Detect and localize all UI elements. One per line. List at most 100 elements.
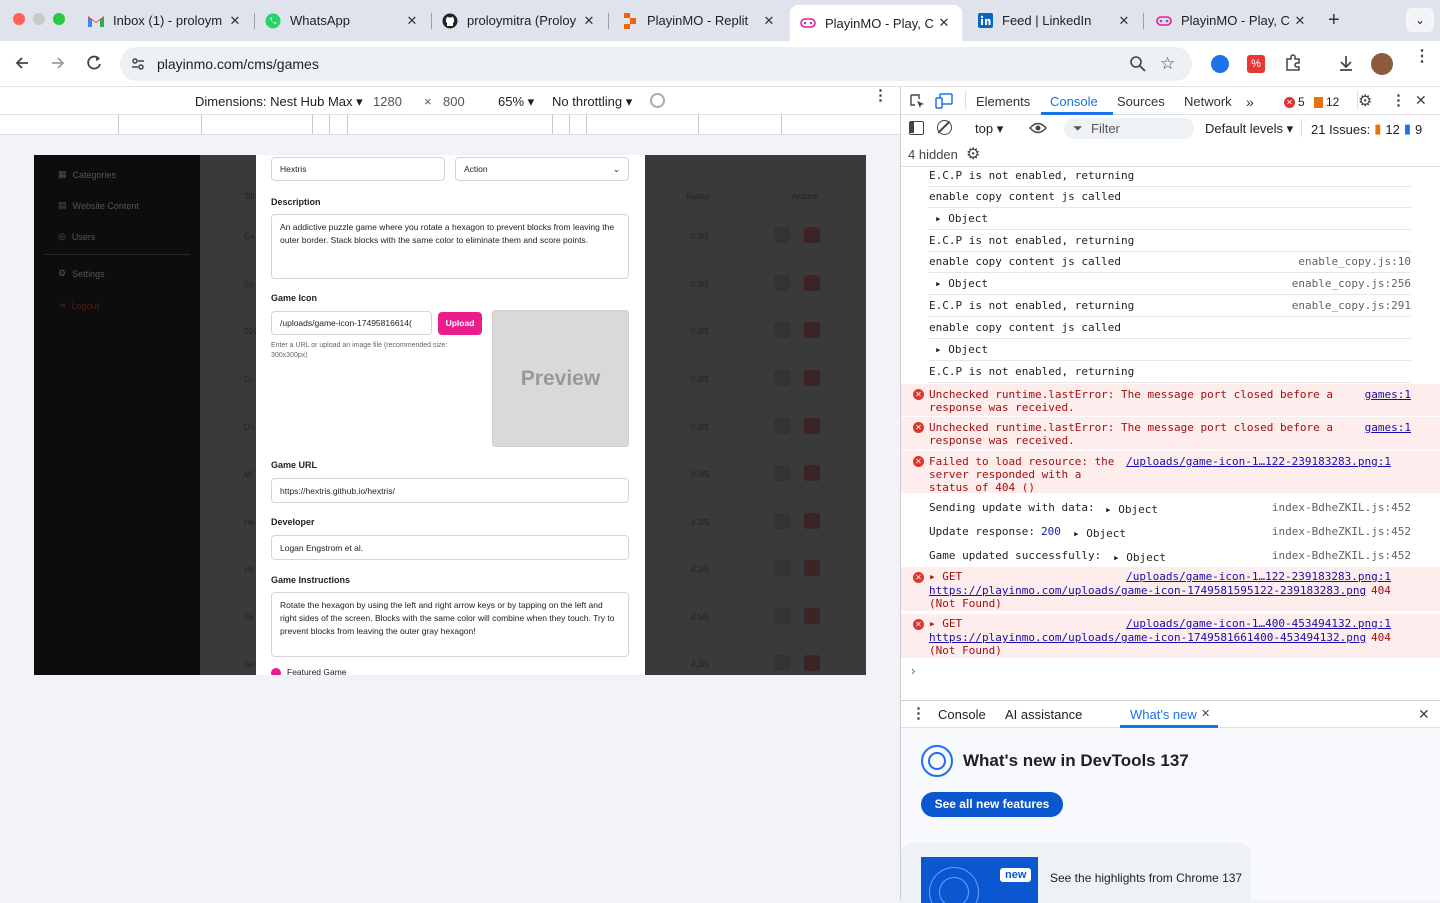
tab-console[interactable]: Console: [1050, 94, 1098, 109]
drawer-menu-icon[interactable]: ⋮: [911, 704, 926, 722]
edit-icon[interactable]: [774, 275, 790, 291]
close-icon[interactable]: ✕: [227, 13, 243, 29]
expandable-object[interactable]: ▸ Object: [1105, 503, 1158, 517]
console-source-link[interactable]: enable_copy.js:256: [1292, 277, 1411, 291]
throttling-select[interactable]: No throttling ▾: [552, 94, 632, 110]
console-settings-gear-icon[interactable]: ⚙: [966, 144, 980, 164]
tab-sources[interactable]: Sources: [1117, 94, 1165, 109]
rotate-icon[interactable]: [650, 93, 665, 108]
delete-icon[interactable]: [804, 322, 820, 338]
expandable-object[interactable]: ▸ Object: [1113, 551, 1166, 565]
device-dimensions-select[interactable]: Dimensions: Nest Hub Max ▾: [195, 94, 363, 110]
edit-icon[interactable]: [774, 370, 790, 386]
drawer-tab-whats-new[interactable]: What's new: [1130, 707, 1197, 722]
extension-red-icon[interactable]: %: [1247, 55, 1265, 73]
download-icon[interactable]: [1337, 54, 1355, 72]
console-source-link[interactable]: enable_copy.js:291: [1292, 299, 1411, 313]
close-icon[interactable]: ✕: [761, 13, 777, 29]
menu-icon[interactable]: ⋮: [1414, 49, 1430, 65]
expandable-object[interactable]: ▸ Object: [1073, 527, 1126, 541]
game-title-input[interactable]: Hextris: [271, 157, 445, 181]
more-tabs-icon[interactable]: »: [1246, 94, 1254, 110]
zoom-select[interactable]: 65% ▾: [498, 94, 534, 110]
forward-icon[interactable]: [48, 53, 68, 73]
tab-network[interactable]: Network: [1184, 94, 1232, 109]
inspect-element-icon[interactable]: [909, 93, 925, 109]
sidebar-item-logout[interactable]: ⇥ Logout: [58, 300, 99, 311]
edit-icon[interactable]: [774, 560, 790, 576]
console-source-link[interactable]: games:1: [1365, 421, 1411, 435]
log-levels-select[interactable]: Default levels ▾: [1205, 121, 1293, 137]
console-prompt-icon[interactable]: ›: [911, 663, 915, 678]
tab-linkedin[interactable]: Feed | LinkedIn ✕: [967, 6, 1142, 35]
tab-playinmo-active[interactable]: PlayinMO - Play, C ✕: [790, 5, 962, 41]
tab-whatsapp[interactable]: WhatsApp ✕: [255, 6, 430, 35]
developer-input[interactable]: Logan Engstrom et al.: [271, 535, 629, 560]
edit-icon[interactable]: [774, 322, 790, 338]
drawer-tab-ai-assistance[interactable]: AI assistance: [1005, 707, 1082, 722]
close-window-button[interactable]: [13, 13, 25, 25]
sidebar-item-settings[interactable]: ⚙ Settings: [58, 268, 105, 279]
console-source-link[interactable]: index-BdheZKIL.js:452: [1272, 549, 1411, 563]
close-icon[interactable]: ✕: [1292, 13, 1308, 29]
request-url-link[interactable]: https://playinmo.com/uploads/game-icon-1…: [929, 584, 1366, 598]
close-icon[interactable]: ✕: [581, 13, 597, 29]
tab-search-icon[interactable]: ⌄: [1406, 8, 1434, 32]
back-icon[interactable]: [12, 53, 32, 73]
delete-icon[interactable]: [804, 655, 820, 671]
delete-icon[interactable]: [804, 370, 820, 386]
close-icon[interactable]: ✕: [936, 15, 952, 31]
minimize-window-button[interactable]: [33, 13, 45, 25]
settings-gear-icon[interactable]: ⚙: [1358, 91, 1372, 111]
maximize-window-button[interactable]: [53, 13, 65, 25]
featured-checkbox[interactable]: [271, 668, 281, 675]
console-filter-input[interactable]: ⏷ Filter: [1064, 118, 1194, 139]
tab-elements[interactable]: Elements: [976, 94, 1030, 109]
tab-github[interactable]: proloymitra (Proloy ✕: [432, 6, 607, 35]
console-source-link[interactable]: enable_copy.js:10: [1298, 255, 1411, 269]
zoom-icon[interactable]: [1129, 55, 1147, 73]
warning-counter[interactable]: 12: [1314, 95, 1339, 109]
live-expression-eye-icon[interactable]: [1029, 121, 1047, 135]
devtools-more-icon[interactable]: ⋮: [1391, 91, 1406, 109]
context-select[interactable]: top ▾: [975, 121, 1003, 137]
edit-icon[interactable]: [774, 418, 790, 434]
error-counter[interactable]: ✕ 5: [1284, 95, 1305, 109]
close-icon[interactable]: ✕: [1116, 13, 1132, 29]
delete-icon[interactable]: [804, 513, 820, 529]
description-textarea[interactable]: An addictive puzzle game where you rotat…: [271, 214, 629, 279]
sidebar-item-users[interactable]: ◎ Users: [58, 231, 95, 242]
console-source-link[interactable]: games:1: [1365, 388, 1411, 402]
console-source-link[interactable]: /uploads/game-icon-1…400-453494132.png:1: [1126, 617, 1391, 631]
tab-gmail[interactable]: Inbox (1) - proloym ✕: [78, 6, 253, 35]
game-icon-url-input[interactable]: /uploads/game-icon-17495816614(: [271, 311, 432, 335]
site-info-icon[interactable]: [130, 56, 146, 72]
profile-avatar[interactable]: [1371, 53, 1393, 75]
bookmark-star-icon[interactable]: ☆: [1160, 54, 1175, 74]
extensions-puzzle-icon[interactable]: [1284, 54, 1302, 72]
console-source-link[interactable]: index-BdheZKIL.js:452: [1272, 525, 1411, 539]
sidebar-item-categories[interactable]: ▦ Categories: [58, 169, 116, 180]
new-tab-icon[interactable]: +: [1328, 9, 1340, 32]
request-url-link[interactable]: https://playinmo.com/uploads/game-icon-1…: [929, 631, 1366, 645]
drawer-tab-console[interactable]: Console: [938, 707, 986, 722]
highlights-card[interactable]: new See the highlights from Chrome 137: [901, 843, 1251, 903]
extension-blue-icon[interactable]: [1211, 55, 1229, 73]
reload-icon[interactable]: [84, 53, 104, 73]
game-url-input[interactable]: https://hextris.github.io/hextris/: [271, 478, 629, 503]
delete-icon[interactable]: [804, 560, 820, 576]
console-source-link[interactable]: index-BdheZKIL.js:452: [1272, 501, 1411, 515]
close-devtools-icon[interactable]: ✕: [1415, 92, 1427, 109]
tab-replit[interactable]: PlayinMO - Replit ✕: [612, 6, 787, 35]
edit-icon[interactable]: [774, 513, 790, 529]
device-toggle-icon[interactable]: [935, 93, 953, 109]
upload-button[interactable]: Upload: [438, 312, 482, 335]
see-all-features-button[interactable]: See all new features: [921, 792, 1063, 817]
delete-icon[interactable]: [804, 227, 820, 243]
device-more-icon[interactable]: ⋮: [873, 88, 888, 103]
edit-icon[interactable]: [774, 465, 790, 481]
close-tab-icon[interactable]: ✕: [1201, 707, 1210, 720]
issues-counter[interactable]: 21 Issues: ▮ 12 ▮ 9: [1311, 121, 1422, 137]
close-icon[interactable]: ✕: [404, 13, 420, 29]
delete-icon[interactable]: [804, 608, 820, 624]
